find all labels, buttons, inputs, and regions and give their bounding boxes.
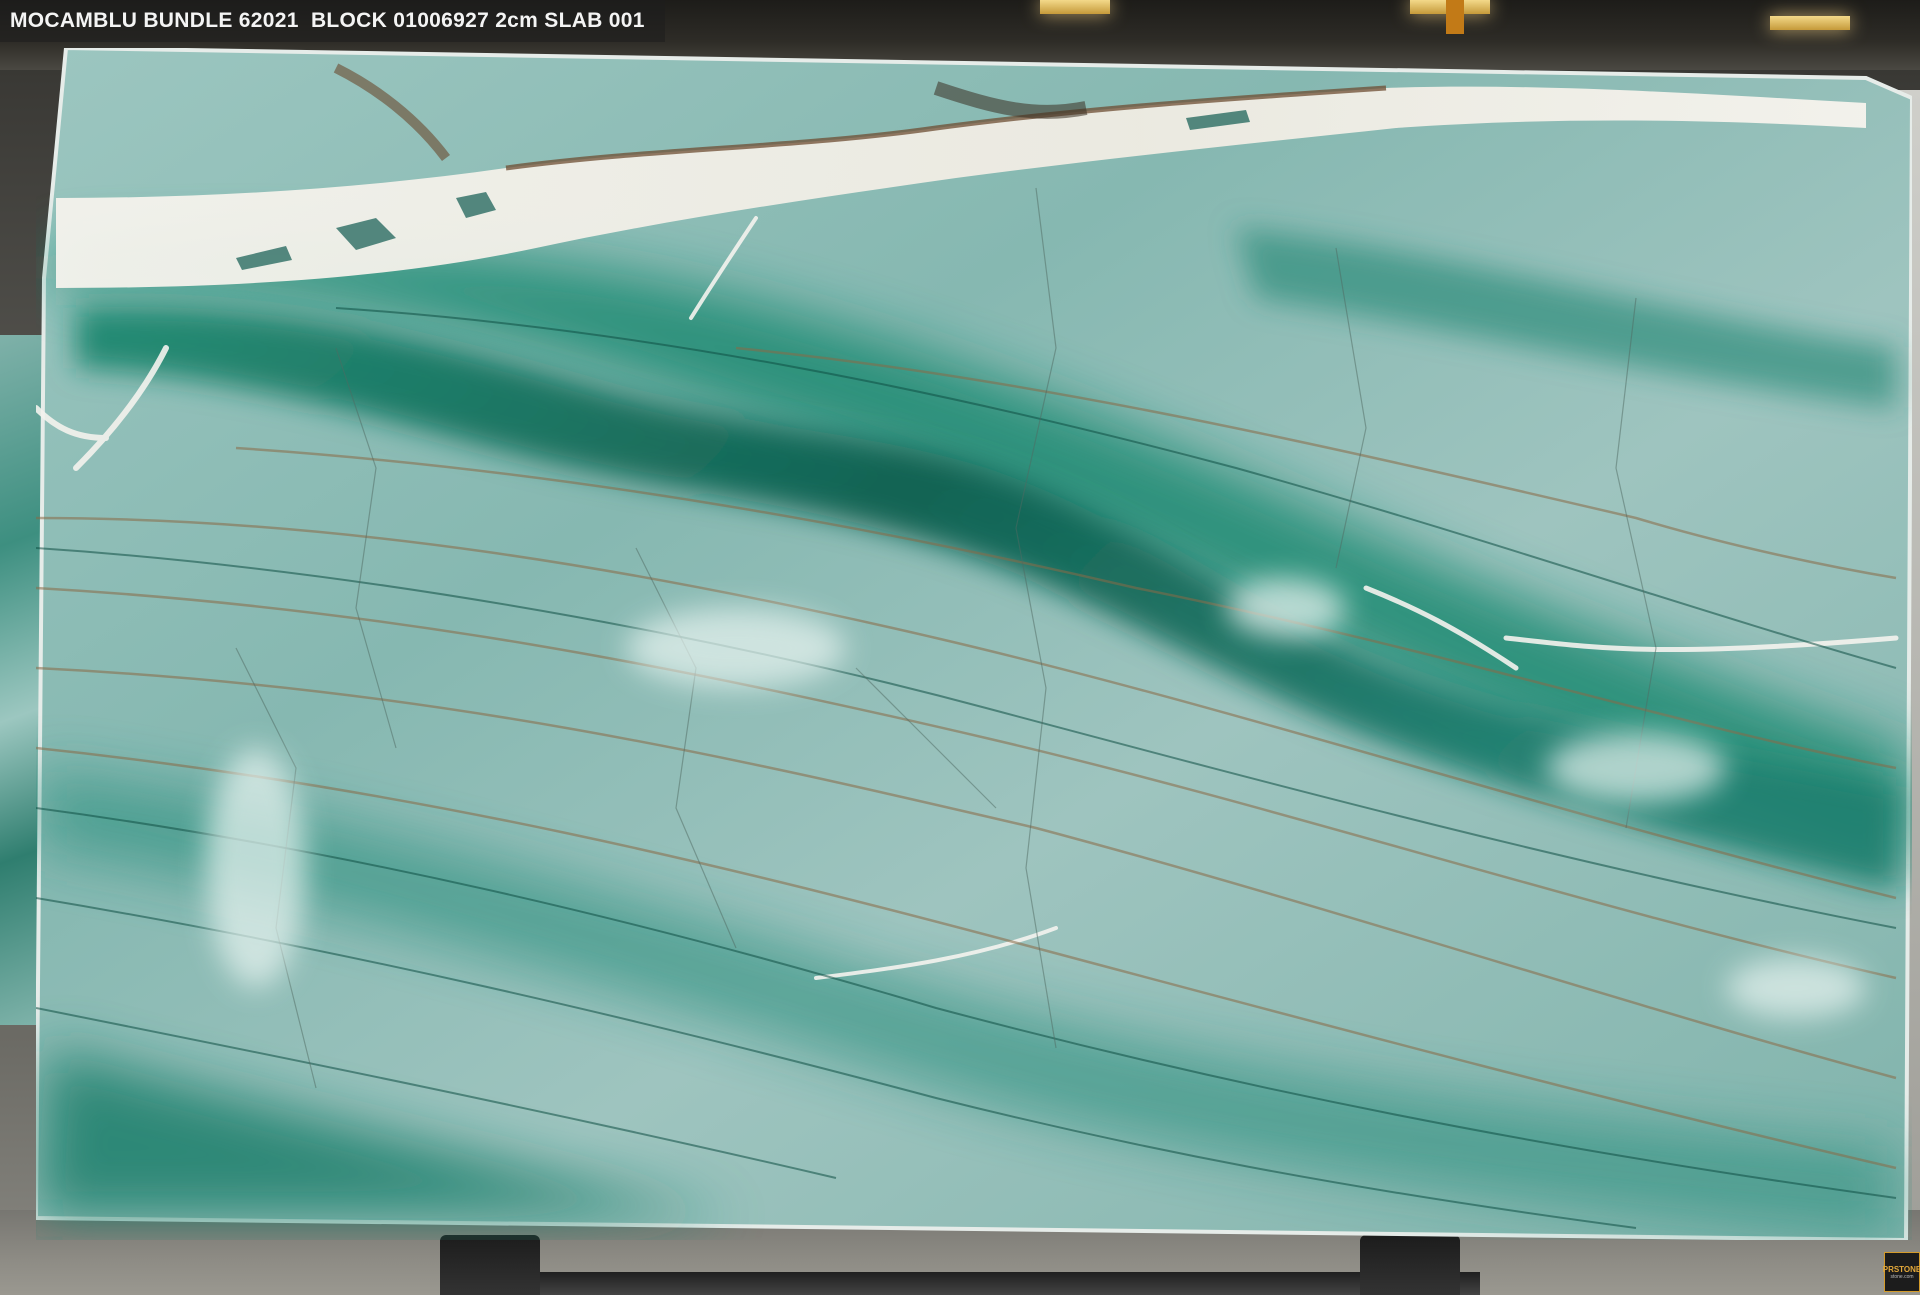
ceiling-light xyxy=(1040,0,1110,14)
warehouse-scene: MOCAMBLU BUNDLE 62021 BLOCK 01006927 2cm… xyxy=(0,0,1920,1295)
logo-mark: PRSTONE xyxy=(1882,1264,1920,1274)
slab-rack-foot xyxy=(1360,1235,1460,1295)
slab-caption-bar: MOCAMBLU BUNDLE 62021 BLOCK 01006927 2cm… xyxy=(0,0,665,42)
ceiling-beam xyxy=(1446,0,1464,34)
slab-rack-bar xyxy=(440,1272,1480,1295)
stone-slab-image xyxy=(36,48,1912,1240)
slab-rack-foot xyxy=(440,1235,540,1295)
logo-sub: stone.com xyxy=(1890,1273,1914,1280)
slab-caption: MOCAMBLU BUNDLE 62021 BLOCK 01006927 2cm… xyxy=(10,9,645,32)
ceiling-light xyxy=(1770,16,1850,30)
stone-logo-icon: PRSTONE stone.com xyxy=(1882,1252,1920,1292)
stone-slab xyxy=(36,48,1912,1240)
